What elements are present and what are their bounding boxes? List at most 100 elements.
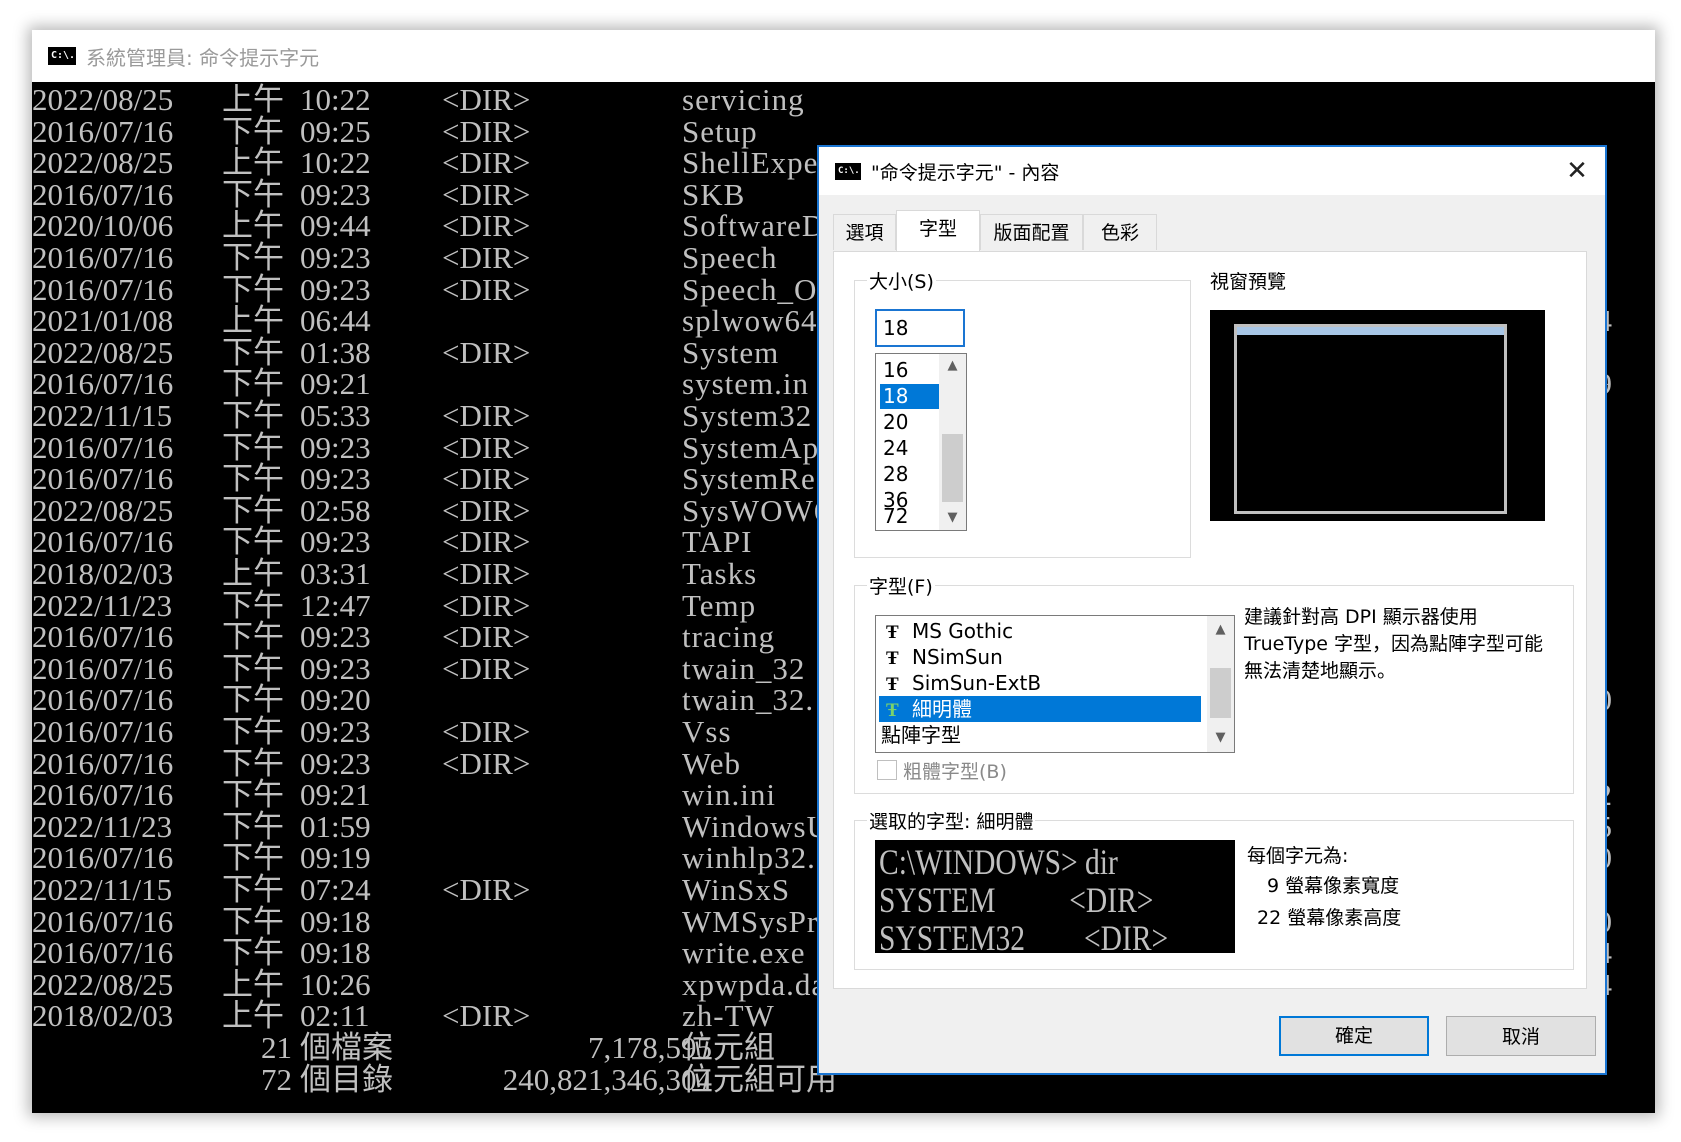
font-scroll-thumb[interactable]	[1210, 668, 1231, 718]
console-date: 2016/07/16	[32, 935, 174, 971]
console-date: 2016/07/16	[32, 366, 174, 402]
tab-colors[interactable]: 色彩	[1083, 214, 1157, 250]
console-titlebar[interactable]: C:\. 系統管理員: 命令提示字元	[32, 30, 1655, 82]
console-dir: <DIR>	[442, 113, 531, 149]
console-dir: <DIR>	[442, 587, 531, 623]
console-time: 09:23	[300, 745, 371, 781]
font-sample-preview: C:\WINDOWS> dir SYSTEM <DIR> SYSTEM32 <D…	[875, 840, 1235, 953]
console-date: 2016/07/16	[32, 524, 174, 560]
console-dir: <DIR>	[442, 714, 531, 749]
console-dir: <DIR>	[442, 998, 531, 1034]
size-listbox[interactable]: 16 18 20 24 28 36 72 ▲ ▼	[875, 353, 967, 531]
console-name: Setup	[682, 113, 758, 149]
console-time: 07:24	[300, 872, 371, 907]
console-name: TAPI	[682, 524, 753, 560]
summary-count: 21	[261, 1030, 292, 1065]
font-option-simsun-extb[interactable]: Ŧ SimSun-ExtB	[879, 670, 1201, 696]
console-row: 2016/07/16下午09:1910,240winhlp32.	[32, 840, 1612, 876]
truetype-icon: Ŧ	[886, 674, 899, 695]
console-dir: <DIR>	[442, 619, 531, 655]
char-size-heading: 每個字元為:	[1247, 845, 1349, 867]
font-listbox[interactable]: Ŧ MS Gothic Ŧ NSimSun Ŧ SimSun-ExtB Ŧ 細明體 點陣…	[875, 615, 1235, 753]
console-dir: <DIR>	[442, 556, 531, 591]
size-option-16[interactable]: 16	[880, 358, 939, 383]
font-option-mingliu[interactable]: Ŧ 細明體	[879, 696, 1201, 722]
size-scrollbar[interactable]: ▲ ▼	[939, 354, 966, 530]
console-date: 2022/08/25	[32, 82, 174, 117]
selected-font-label: 選取的字型: 細明體	[867, 807, 1036, 834]
console-row: 2016/07/16下午09:2192win.ini	[32, 777, 1612, 813]
console-row: 2016/07/16 下午 09:23 <DIR> Vss	[32, 716, 932, 747]
truetype-icon: Ŧ	[886, 700, 899, 721]
cmd-app-icon: C:\.	[48, 47, 76, 65]
console-row: 2022/08/25 上午 10:22 <DIR> servicing	[32, 84, 932, 115]
console-name: servicing	[682, 82, 805, 117]
size-option-18[interactable]: 18	[880, 384, 939, 409]
size-option-24[interactable]: 24	[880, 436, 939, 461]
size-option-20[interactable]: 20	[880, 410, 939, 435]
console-row: 2018/02/03 上午 03:31 <DIR> Tasks	[32, 558, 932, 589]
console-name: Speech_On	[682, 271, 834, 307]
console-name: system.in	[682, 366, 809, 402]
font-group-label: 字型(F)	[867, 572, 935, 599]
console-row: 2016/07/16下午09:18316,640WMSysPr9.	[32, 903, 1612, 939]
console-date: 2020/10/06	[32, 208, 174, 244]
dialog-titlebar[interactable]: C:\. "命令提示字元" - 內容 ✕	[819, 147, 1605, 195]
console-time: 12:47	[300, 587, 371, 623]
console-dir: <DIR>	[442, 650, 531, 686]
font-option-ms-gothic[interactable]: Ŧ MS Gothic	[879, 618, 1201, 644]
font-option-raster[interactable]: 點陣字型	[879, 722, 1203, 748]
size-input[interactable]: 18	[875, 309, 965, 347]
console-name: ShellExpe	[682, 145, 819, 181]
cmd-icon-text: C:\.	[51, 50, 76, 61]
console-row: 2016/07/16 下午 09:23 <DIR> Web	[32, 748, 932, 779]
close-button[interactable]: ✕	[1559, 153, 1595, 189]
console-name: WinSxS	[682, 872, 791, 907]
console-time: 09:20	[300, 682, 371, 718]
font-scrollbar[interactable]: ▲ ▼	[1207, 616, 1234, 752]
console-ampm: 上午	[222, 145, 284, 181]
summary-unit: 位元組	[682, 1030, 775, 1065]
console-time: 09:21	[300, 777, 371, 813]
window-preview-label: 視窗預覽	[1210, 271, 1287, 293]
font-group: 字型(F) Ŧ MS Gothic Ŧ NSimSun Ŧ SimSun-ExtB Ŧ…	[854, 572, 1574, 794]
console-time: 09:23	[300, 240, 371, 275]
cancel-button[interactable]: 取消	[1446, 1016, 1596, 1056]
tab-font[interactable]: 字型	[896, 210, 980, 251]
console-dir: <DIR>	[442, 461, 531, 497]
scroll-down-arrow-icon[interactable]: ▼	[1207, 726, 1234, 750]
console-time: 09:23	[300, 524, 371, 560]
size-option-28[interactable]: 28	[880, 462, 939, 487]
size-option-72[interactable]: 72	[880, 504, 939, 528]
console-summary-row: 72 個目錄 240,821,346,304 位元組可用	[32, 1064, 932, 1095]
scroll-down-arrow-icon[interactable]: ▼	[939, 506, 966, 530]
console-row: 2018/02/03 上午 02:11 <DIR> zh-TW	[32, 1000, 932, 1031]
size-scroll-thumb[interactable]	[942, 434, 963, 502]
console-time: 09:18	[300, 903, 371, 939]
tab-layout[interactable]: 版面配置	[980, 214, 1083, 250]
console-name: Tasks	[682, 556, 758, 591]
console-date: 2016/07/16	[32, 619, 174, 655]
console-dir: <DIR>	[442, 334, 531, 370]
sample-line: SYSTEM <DIR>	[879, 880, 1154, 920]
console-time: 09:23	[300, 714, 371, 749]
bold-font-checkbox[interactable]	[877, 760, 897, 780]
console-date: 2021/01/08	[32, 303, 174, 339]
font-option-nsimsun[interactable]: Ŧ NSimSun	[879, 644, 1201, 670]
console-ampm: 下午	[222, 714, 284, 749]
console-ampm: 下午	[222, 777, 284, 813]
console-ampm: 下午	[222, 619, 284, 655]
selected-font-group: 選取的字型: 細明體 C:\WINDOWS> dir SYSTEM <DIR> …	[854, 807, 1574, 970]
console-dir: <DIR>	[442, 208, 531, 244]
console-dir: <DIR>	[442, 82, 531, 117]
ok-button[interactable]: 確定	[1279, 1016, 1429, 1056]
scroll-up-arrow-icon[interactable]: ▲	[939, 354, 966, 378]
console-ampm: 下午	[222, 492, 284, 528]
console-time: 09:23	[300, 271, 371, 307]
scroll-up-arrow-icon[interactable]: ▲	[1207, 618, 1234, 642]
tab-options[interactable]: 選項	[833, 214, 896, 250]
console-ampm: 下午	[222, 840, 284, 876]
console-name: SystemRes	[682, 461, 829, 497]
console-date: 2016/07/16	[32, 777, 174, 813]
console-name: SKB	[682, 176, 746, 212]
